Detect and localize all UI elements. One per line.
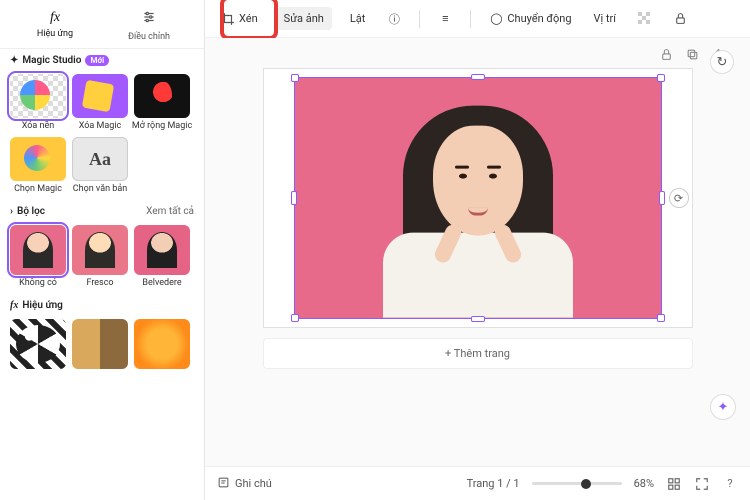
resize-handle-ml[interactable]: [291, 191, 297, 205]
tool-magic-grab[interactable]: Chọn Magic: [10, 137, 66, 194]
effect-item-2[interactable]: [72, 319, 128, 369]
magic-expand-thumb: [134, 74, 190, 118]
transparency-button[interactable]: [634, 9, 656, 29]
position-button[interactable]: Vị trí: [590, 9, 620, 28]
top-toolbar: Xén Sửa ảnh Lật ⓘ ≡ ◯ Chuyển động Vị trí: [205, 0, 750, 38]
sparkle-icon: ✦: [10, 55, 18, 66]
info-button[interactable]: ⓘ: [383, 9, 405, 29]
selected-image[interactable]: ⟳: [294, 77, 662, 319]
sidebar-scroll[interactable]: ✦ Magic Studio Mới Xóa nền Xóa Magic Mở …: [0, 49, 204, 500]
resize-handle-br[interactable]: [657, 314, 665, 322]
tool-grab-text[interactable]: Chọn văn bản: [72, 137, 128, 194]
bottom-bar: Ghi chú Trang 1 / 1 68% ?: [205, 466, 750, 500]
effect-item-1[interactable]: [10, 319, 66, 369]
badge-new: Mới: [85, 55, 109, 66]
notes-button[interactable]: Ghi chú: [217, 476, 272, 492]
section-magic-studio: ✦ Magic Studio Mới: [0, 49, 204, 74]
effect-item-3[interactable]: [134, 319, 190, 369]
transparency-icon: [638, 12, 652, 26]
resize-handle-tm[interactable]: [471, 74, 485, 80]
add-page-button[interactable]: + Thêm trang: [263, 338, 693, 369]
remove-bg-thumb: [10, 74, 66, 118]
resize-handle-tr[interactable]: [657, 74, 665, 82]
filter-belvedere[interactable]: Belvedere: [134, 225, 190, 288]
page-frame[interactable]: ⟳: [263, 68, 693, 328]
main-area: Xén Sửa ảnh Lật ⓘ ≡ ◯ Chuyển động Vị trí: [205, 0, 750, 500]
animation-icon: ◯: [489, 12, 503, 26]
filter-none-thumb: [10, 225, 66, 275]
help-button[interactable]: ?: [722, 476, 738, 492]
resize-handle-bl[interactable]: [291, 314, 299, 322]
filters-see-all[interactable]: Xem tất cả: [146, 206, 194, 217]
filter-belvedere-thumb: [134, 225, 190, 275]
section-effects: fx Hiệu ứng: [0, 294, 204, 319]
zoom-level[interactable]: 68%: [634, 477, 654, 490]
resize-handle-bm[interactable]: [471, 316, 485, 322]
filter-fresco[interactable]: Fresco: [72, 225, 128, 288]
sidebar-tabs: fx Hiệu ứng Điều chỉnh: [0, 0, 204, 49]
grid-view-button[interactable]: [666, 476, 682, 492]
resize-handle-mr[interactable]: [659, 191, 665, 205]
refresh-button[interactable]: ↻: [710, 50, 734, 74]
info-icon: ⓘ: [387, 12, 401, 26]
toolbar-separator: [419, 10, 420, 28]
magic-studio-title: Magic Studio: [22, 55, 81, 66]
page-indicator[interactable]: Trang 1 / 1: [467, 477, 520, 490]
tool-remove-bg[interactable]: Xóa nền: [10, 74, 66, 131]
align-button[interactable]: ≡: [434, 9, 456, 29]
notes-icon: [217, 476, 230, 492]
tab-adjust[interactable]: Điều chỉnh: [102, 10, 196, 42]
duplicate-page-button[interactable]: [684, 46, 700, 62]
rotate-handle[interactable]: ⟳: [669, 188, 689, 208]
tool-magic-erase[interactable]: Xóa Magic: [72, 74, 128, 131]
resize-handle-tl[interactable]: [291, 74, 299, 82]
tool-magic-expand[interactable]: Mở rộng Magic: [134, 74, 190, 131]
effects-title: Hiệu ứng: [22, 300, 63, 311]
filters-title: Bộ lọc: [17, 206, 45, 217]
magic-grab-thumb: [10, 137, 66, 181]
filter-none[interactable]: Không có: [10, 225, 66, 288]
section-filters: › Bộ lọc Xem tất cả: [0, 200, 204, 225]
fx-icon-small: fx: [10, 300, 18, 311]
zoom-slider[interactable]: [532, 482, 622, 485]
tab-adjust-label: Điều chỉnh: [128, 32, 170, 42]
grab-text-thumb: [72, 137, 128, 181]
toolbar-separator: [470, 10, 471, 28]
adjust-icon: [142, 10, 156, 29]
magic-tool-grid: Xóa nền Xóa Magic Mở rộng Magic Chọn Mag…: [0, 74, 204, 200]
filter-fresco-thumb: [72, 225, 128, 275]
filter-row: Không có Fresco Belvedere: [0, 225, 204, 294]
animation-button[interactable]: ◯ Chuyển động: [485, 9, 575, 29]
effects-row: [0, 319, 204, 369]
canvas-area[interactable]: ↻: [205, 38, 750, 466]
lock-button[interactable]: [670, 9, 692, 29]
magic-erase-thumb: [72, 74, 128, 118]
tab-effects-label: Hiệu ứng: [37, 29, 73, 39]
tab-effects[interactable]: fx Hiệu ứng: [8, 10, 102, 42]
ai-assist-button[interactable]: [710, 394, 736, 420]
fullscreen-button[interactable]: [694, 476, 710, 492]
portrait-placeholder: [378, 88, 578, 318]
chevron-right-icon: ›: [10, 206, 13, 217]
crop-icon: [221, 12, 235, 26]
edit-image-button[interactable]: Sửa ảnh: [276, 7, 332, 30]
lock-page-button[interactable]: [658, 46, 674, 62]
flip-button[interactable]: Lật: [346, 9, 370, 28]
lock-icon: [674, 12, 688, 26]
fx-icon: fx: [50, 10, 60, 26]
align-icon: ≡: [438, 12, 452, 26]
crop-button[interactable]: Xén: [217, 9, 262, 29]
left-sidebar: fx Hiệu ứng Điều chỉnh ✦ Magic Studio Mớ…: [0, 0, 205, 500]
